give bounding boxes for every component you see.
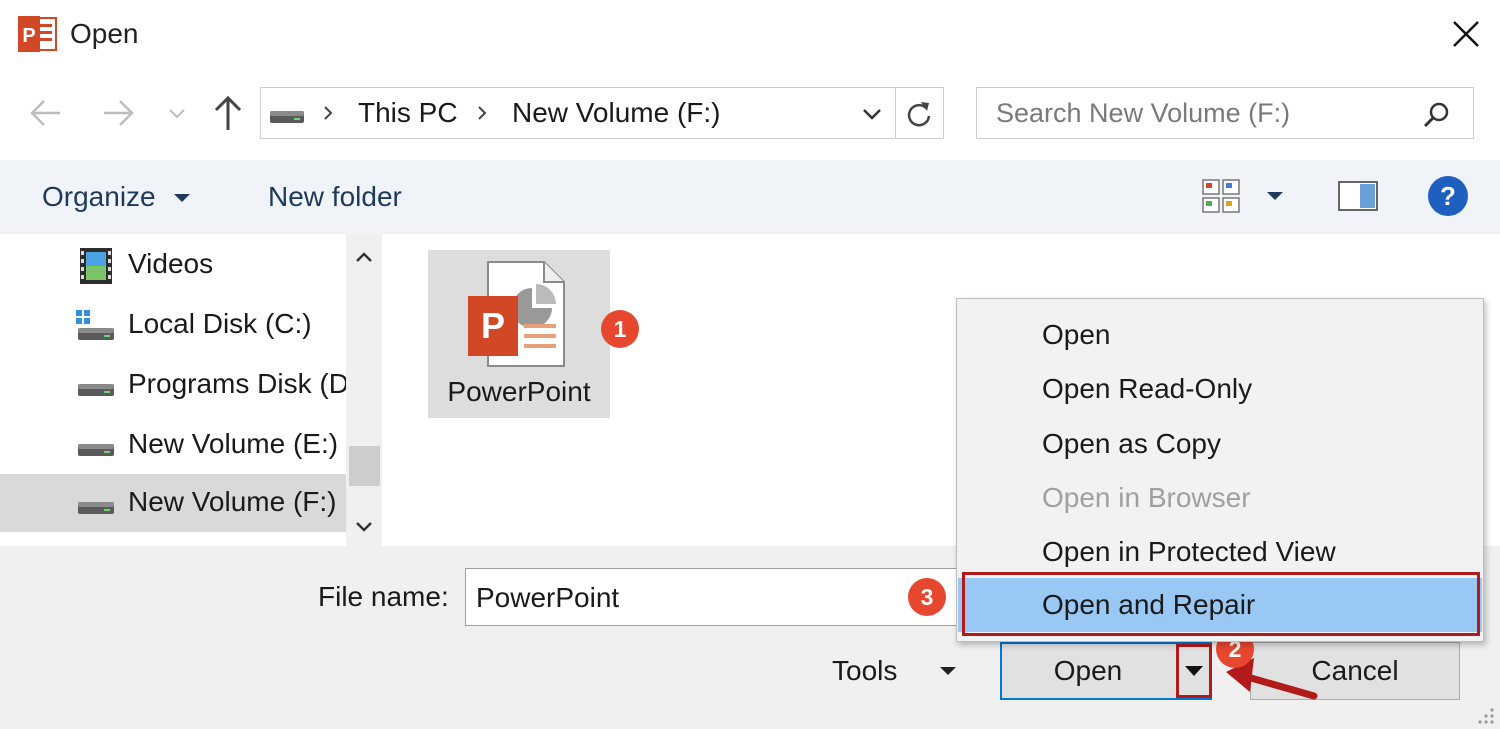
drive-icon — [78, 502, 114, 514]
caret-down-icon — [1185, 666, 1203, 676]
menu-item-open-as-copy[interactable]: Open as Copy — [958, 417, 1482, 471]
powerpoint-app-icon: P — [18, 16, 57, 52]
nav-item-new-volume-e[interactable]: New Volume (E:) — [0, 416, 346, 474]
navigation-pane: Videos Local Disk (C:) Programs Disk (D:… — [0, 234, 346, 546]
breadcrumb-new-volume-f[interactable]: New Volume (F:) — [512, 94, 721, 132]
step-badge-1: 1 — [601, 310, 639, 348]
chevron-down-icon[interactable] — [856, 100, 888, 128]
nav-scrollbar[interactable] — [346, 234, 382, 546]
help-icon[interactable]: ? — [1426, 174, 1470, 218]
close-icon[interactable] — [1446, 14, 1486, 54]
open-button-label: Open — [1053, 655, 1123, 686]
menu-item-label: Open Read-Only — [1042, 373, 1253, 404]
chevron-down-icon[interactable] — [164, 100, 190, 126]
svg-text:P: P — [481, 305, 505, 346]
preview-pane-icon[interactable] — [1336, 178, 1380, 214]
menu-item-open-read-only[interactable]: Open Read-Only — [958, 362, 1482, 416]
menu-item-label: Open in Protected View — [1042, 536, 1336, 567]
drive-icon — [78, 444, 114, 456]
tools-button[interactable]: Tools — [832, 652, 897, 690]
nav-item-local-disk-c[interactable]: Local Disk (C:) — [0, 296, 346, 354]
arrow-left-icon[interactable] — [24, 92, 66, 134]
menu-item-label: Open in Browser — [1042, 482, 1251, 513]
step-badge-3: 3 — [908, 578, 946, 616]
arrow-right-icon[interactable] — [98, 92, 140, 134]
resize-grip-icon[interactable] — [1474, 704, 1496, 726]
menu-item-label: Open as Copy — [1042, 428, 1221, 459]
new-folder-button[interactable]: New folder — [268, 178, 402, 216]
scroll-thumb[interactable] — [349, 446, 380, 486]
address-divider — [895, 88, 896, 138]
nav-item-label: New Volume (F:) — [128, 486, 337, 517]
chevron-right-icon[interactable] — [316, 98, 340, 128]
caret-down-icon[interactable] — [1262, 184, 1288, 208]
nav-item-label: New Volume (E:) — [128, 428, 339, 459]
menu-item-label: Open — [1042, 319, 1111, 350]
menu-item-open-in-protected-view[interactable]: Open in Protected View — [958, 525, 1482, 579]
search-icon[interactable] — [1420, 98, 1454, 132]
nav-item-new-volume-f[interactable]: New Volume (F:) — [0, 474, 346, 532]
organize-button[interactable]: Organize — [42, 178, 156, 216]
nav-item-label: Local Disk (C:) — [128, 308, 312, 339]
file-name-label: PowerPoint — [447, 376, 591, 407]
nav-item-programs-disk-d[interactable]: Programs Disk (D:) — [0, 356, 346, 414]
change-view-icon[interactable] — [1200, 176, 1242, 216]
menu-item-open-in-browser: Open in Browser — [958, 471, 1482, 525]
refresh-icon[interactable] — [902, 98, 936, 130]
search-input[interactable] — [996, 94, 1396, 132]
caret-down-icon[interactable] — [936, 660, 960, 682]
film-icon — [80, 248, 112, 284]
arrow-up-icon[interactable] — [206, 90, 250, 136]
svg-text:?: ? — [1440, 181, 1456, 211]
window-title: Open — [70, 18, 139, 49]
scroll-up-icon[interactable] — [350, 244, 378, 272]
windows-drive-icon — [76, 310, 114, 340]
powerpoint-file-icon: P — [468, 261, 565, 367]
nav-item-label: Programs Disk (D:) — [128, 368, 346, 399]
nav-item-label: Videos — [128, 248, 214, 279]
file-name-field-label: File name: — [318, 581, 449, 612]
drive-icon — [78, 384, 114, 396]
scroll-down-icon[interactable] — [350, 512, 378, 540]
menu-item-open[interactable]: Open — [958, 308, 1482, 362]
chevron-right-icon[interactable] — [470, 98, 494, 128]
file-name-value[interactable]: PowerPoint — [476, 578, 619, 618]
caret-down-icon[interactable] — [170, 186, 194, 210]
drive-icon — [270, 111, 304, 123]
title-bar — [0, 0, 1500, 72]
annotation-highlight-box — [962, 572, 1480, 636]
breadcrumb-this-pc[interactable]: This PC — [358, 94, 458, 132]
nav-item-videos[interactable]: Videos — [0, 236, 346, 294]
svg-text:P: P — [22, 25, 35, 47]
